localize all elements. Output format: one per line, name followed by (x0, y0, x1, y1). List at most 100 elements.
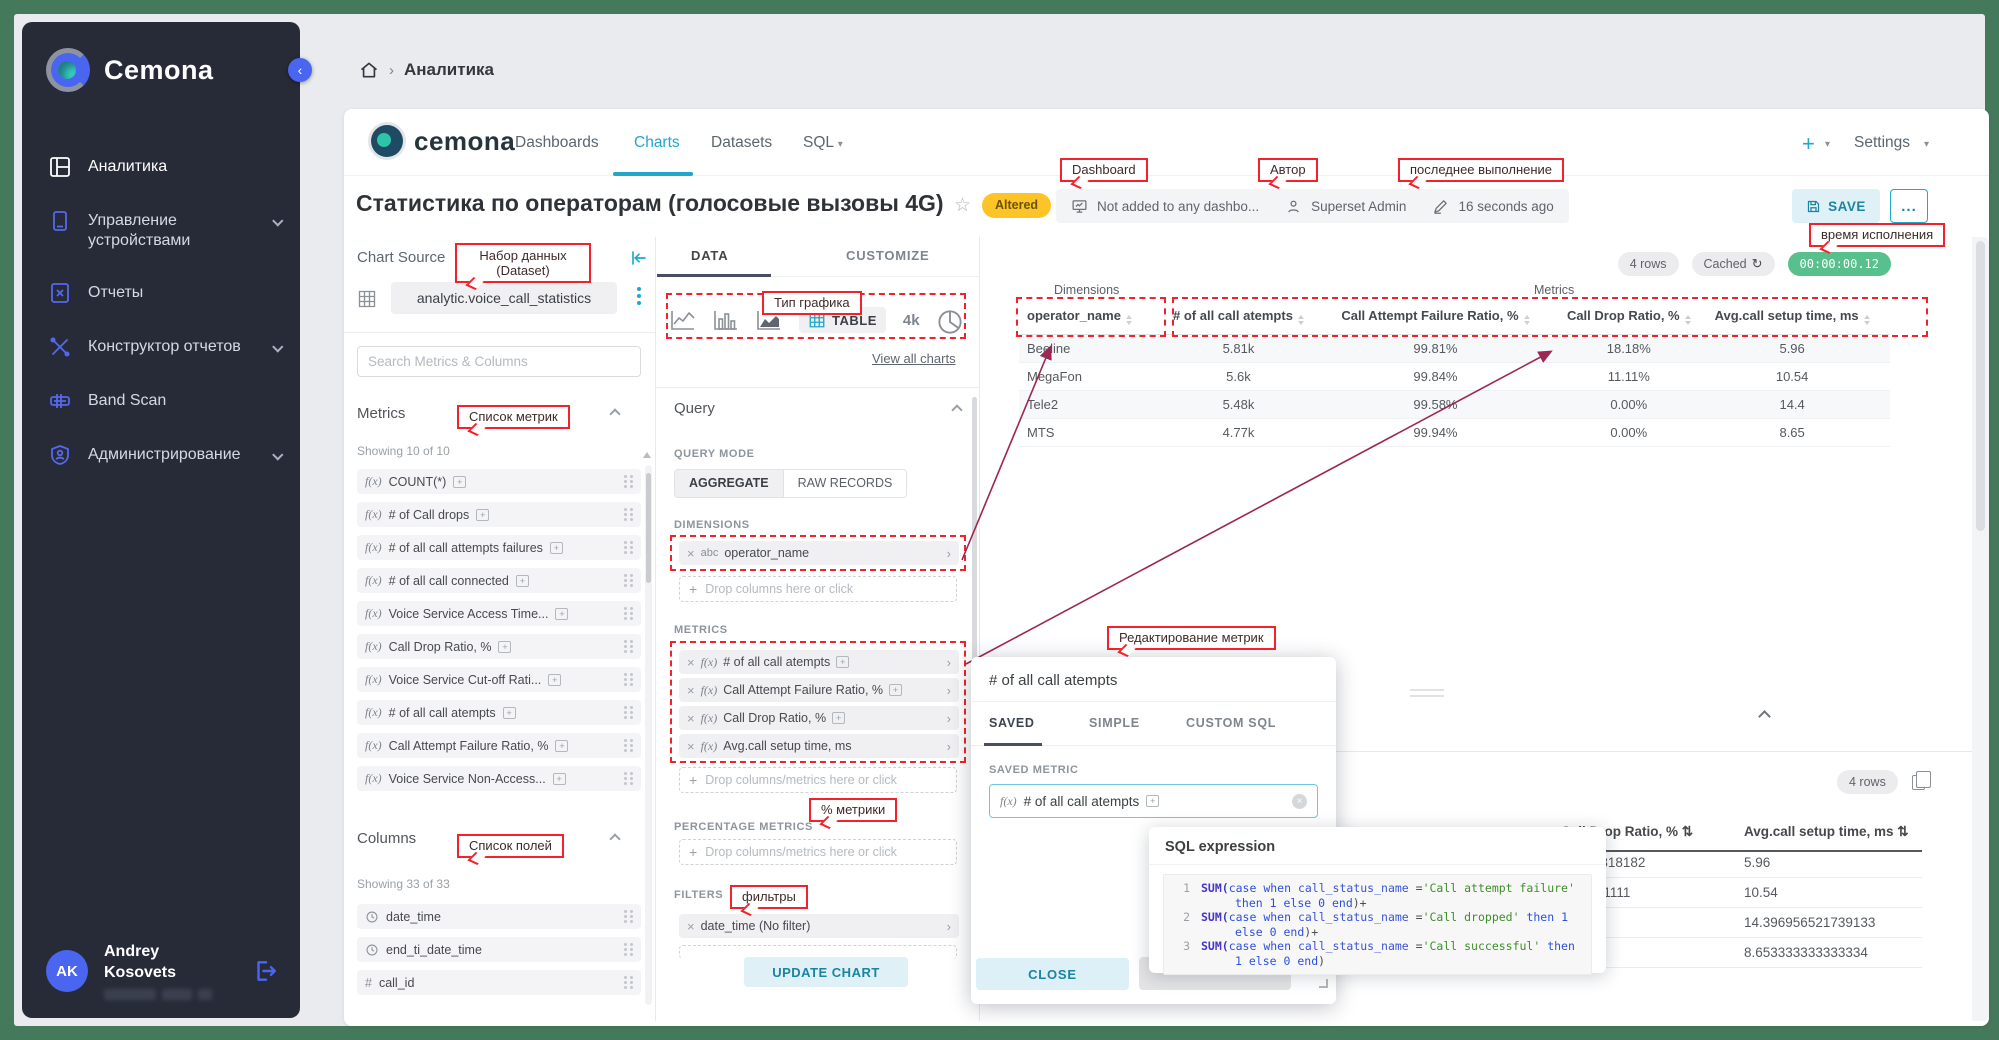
metric-chip[interactable]: ×f(x)# of all call atempts+› (679, 650, 959, 674)
dataset-name[interactable]: analytic.voice_call_statistics (391, 282, 617, 314)
tab-custom-sql[interactable]: CUSTOM SQL (1186, 716, 1276, 730)
expand-icon[interactable]: › (947, 546, 951, 561)
breadcrumb-page[interactable]: Аналитика (404, 60, 494, 80)
sort-icon[interactable] (1126, 315, 1132, 325)
column-header[interactable]: operator_name (1019, 297, 1169, 335)
nav-sql[interactable]: SQL ▾ (803, 134, 843, 152)
metric-item[interactable]: f(x)Voice Service Non-Access...+ (357, 766, 641, 791)
drag-handle-icon[interactable] (624, 976, 633, 989)
drag-handle-icon[interactable] (624, 574, 633, 587)
collapse-panel-icon[interactable] (630, 249, 648, 267)
sort-icon[interactable] (1685, 315, 1691, 325)
big-number-chart-icon[interactable]: 4k (903, 312, 920, 329)
column-header[interactable]: Call Drop Ratio, % (1563, 297, 1695, 335)
remove-icon[interactable]: × (687, 655, 695, 670)
metric-item[interactable]: f(x)# of all call atempts+ (357, 700, 641, 725)
column-header[interactable]: Call Attempt Failure Ratio, % (1308, 297, 1563, 335)
dashboard-status[interactable]: Not added to any dashbo... (1097, 199, 1259, 214)
column-item[interactable]: end_ti_date_time (357, 937, 641, 962)
remove-icon[interactable]: × (687, 739, 695, 754)
drag-handle-icon[interactable] (624, 910, 633, 923)
sidebar-item-analytics[interactable]: Аналитика (22, 140, 300, 194)
tab-customize[interactable]: CUSTOMIZE (846, 248, 930, 263)
drag-handle-icon[interactable] (624, 673, 633, 686)
remove-icon[interactable]: × (687, 683, 695, 698)
metric-chip[interactable]: ×f(x)Call Attempt Failure Ratio, %+› (679, 678, 959, 702)
drag-handle-icon[interactable] (624, 739, 633, 752)
author-name[interactable]: Superset Admin (1311, 199, 1406, 214)
drag-handle-icon[interactable] (624, 640, 633, 653)
line-chart-icon[interactable] (670, 309, 696, 331)
expand-icon[interactable]: › (947, 919, 951, 934)
tab-data[interactable]: DATA (691, 248, 728, 263)
add-new-button[interactable]: + (1802, 131, 1815, 157)
more-options-button[interactable]: ... (1890, 189, 1928, 223)
sidebar-collapse-button[interactable]: ‹ (288, 58, 312, 82)
add-new-caret-icon[interactable]: ▾ (1825, 139, 1830, 150)
column-header[interactable]: Avg.call setup time, ms (1695, 297, 1890, 335)
search-input[interactable] (357, 346, 641, 377)
expand-icon[interactable]: › (947, 683, 951, 698)
close-button[interactable]: CLOSE (976, 958, 1129, 990)
scrollbar[interactable] (972, 397, 977, 697)
sidebar-item-reports[interactable]: Отчеты (22, 266, 300, 320)
query-collapse-icon[interactable] (951, 404, 962, 415)
drag-handle-icon[interactable] (624, 541, 633, 554)
results-collapse-icon[interactable] (1758, 710, 1771, 723)
sidebar-item-report-builder[interactable]: Конструктор отчетов (22, 320, 300, 374)
bar-chart-icon[interactable] (713, 309, 739, 331)
pie-chart-icon[interactable] (937, 309, 963, 331)
scrollbar[interactable] (645, 465, 652, 1005)
altered-badge[interactable]: Altered (982, 193, 1051, 218)
sort-icon[interactable] (1524, 315, 1530, 325)
logout-icon[interactable] (252, 958, 278, 984)
card-scrollbar[interactable] (1972, 237, 1989, 1021)
sidebar-item-devices[interactable]: Управление устройствами (22, 194, 300, 266)
dimensions-dropzone[interactable]: +Drop columns here or click (679, 576, 957, 602)
aggregate-button[interactable]: AGGREGATE (675, 470, 783, 497)
view-all-charts-link[interactable]: View all charts (872, 351, 956, 366)
drag-handle-icon[interactable] (624, 706, 633, 719)
resize-corner-icon[interactable] (1319, 979, 1328, 988)
saved-metric-input[interactable]: f(x) # of all call atempts + × (989, 784, 1318, 818)
metrics-collapse-icon[interactable] (609, 408, 620, 419)
metric-item[interactable]: f(x)# of Call drops+ (357, 502, 641, 527)
expand-icon[interactable]: › (947, 739, 951, 754)
refresh-icon[interactable]: ↻ (1752, 252, 1763, 276)
settings-caret-icon[interactable]: ▾ (1924, 139, 1929, 150)
dataset-options-icon[interactable] (637, 287, 641, 308)
tab-saved[interactable]: SAVED (989, 716, 1035, 730)
metric-item[interactable]: f(x)# of all call attempts failures+ (357, 535, 641, 560)
sort-icon[interactable] (1864, 315, 1870, 325)
metric-item[interactable]: f(x)Call Drop Ratio, %+ (357, 634, 641, 659)
drag-handle-icon[interactable] (624, 475, 633, 488)
column-item[interactable]: #call_id (357, 970, 641, 995)
dimension-chip[interactable]: × abc operator_name › (679, 541, 959, 565)
column-header[interactable]: # of all call atempts (1169, 297, 1308, 335)
home-icon[interactable] (359, 60, 379, 80)
save-button[interactable]: SAVE (1792, 189, 1880, 223)
sort-icon[interactable] (1298, 315, 1304, 325)
nav-charts[interactable]: Charts (634, 134, 680, 152)
update-chart-button[interactable]: UPDATE CHART (744, 957, 908, 987)
remove-icon[interactable]: × (687, 919, 695, 934)
copy-icon[interactable] (1912, 775, 1925, 790)
nav-dashboards[interactable]: Dashboards (515, 134, 599, 152)
remove-icon[interactable]: × (687, 546, 695, 561)
pane-drag-handle[interactable] (1410, 689, 1444, 701)
expand-icon[interactable]: › (947, 655, 951, 670)
column-item[interactable]: date_time (357, 904, 641, 929)
remove-icon[interactable]: × (687, 711, 695, 726)
metric-item[interactable]: f(x)# of all call connected+ (357, 568, 641, 593)
metric-chip[interactable]: ×f(x)Call Drop Ratio, %+› (679, 706, 959, 730)
favorite-star-icon[interactable]: ☆ (954, 194, 971, 217)
metrics-dropzone[interactable]: +Drop columns/metrics here or click (679, 767, 957, 793)
columns-collapse-icon[interactable] (609, 833, 620, 844)
filter-chip[interactable]: × date_time (No filter) › (679, 914, 959, 938)
sidebar-item-band-scan[interactable]: Band Scan (22, 374, 300, 428)
sidebar-item-admin[interactable]: Администрирование (22, 428, 300, 482)
metric-chip[interactable]: ×f(x)Avg.call setup time, ms› (679, 734, 959, 758)
cached-badge[interactable]: Cached↻ (1692, 252, 1775, 276)
raw-records-button[interactable]: RAW RECORDS (783, 470, 907, 497)
metric-item[interactable]: f(x)Voice Service Cut-off Rati...+ (357, 667, 641, 692)
